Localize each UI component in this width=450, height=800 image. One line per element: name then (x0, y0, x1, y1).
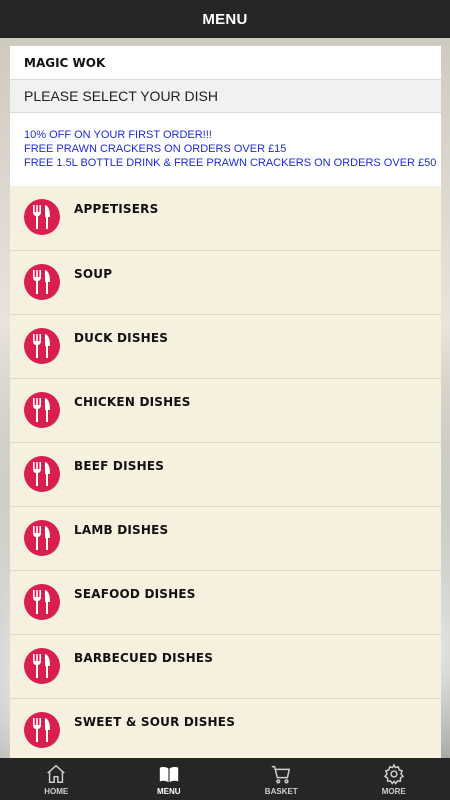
tab-label: MENU (156, 786, 181, 796)
menu-panel: MAGIC WOK PLEASE SELECT YOUR DISH 10% OF… (10, 46, 441, 758)
category-label: SOUP (74, 267, 113, 281)
category-label: SWEET & SOUR DISHES (74, 715, 236, 729)
category-label: BEEF DISHES (74, 459, 165, 473)
promo-box: 10% OFF ON YOUR FIRST ORDER!!! FREE PRAW… (10, 113, 441, 186)
fork-knife-icon (24, 584, 60, 620)
fork-knife-icon (24, 520, 60, 556)
category-item[interactable]: DUCK DISHES (10, 314, 441, 378)
fork-knife-icon (24, 392, 60, 428)
select-dish-row: PLEASE SELECT YOUR DISH (10, 80, 441, 113)
fork-knife-icon (24, 456, 60, 492)
category-label: APPETISERS (74, 202, 159, 216)
tab-basket[interactable]: BASKET (225, 758, 338, 800)
fork-knife-icon (24, 199, 60, 235)
tab-label: BASKET (264, 786, 298, 796)
promo-line: FREE 1.5L BOTTLE DRINK & FREE PRAWN CRAC… (24, 157, 437, 169)
tab-label: HOME (44, 786, 69, 796)
category-item[interactable]: SEAFOOD DISHES (10, 570, 441, 634)
promo-line: FREE PRAWN CRACKERS ON ORDERS OVER £15 (24, 143, 287, 155)
cart-icon (272, 765, 291, 783)
tab-label: MORE (381, 786, 406, 796)
bottom-tab-bar: HOME MENU BASKET MORE (0, 758, 450, 800)
category-label: BARBECUED DISHES (74, 651, 214, 665)
select-dish-label: PLEASE SELECT YOUR DISH (24, 88, 218, 104)
category-item[interactable]: SOUP (10, 250, 441, 314)
category-label: CHICKEN DISHES (74, 395, 191, 409)
home-icon (47, 764, 65, 783)
category-item[interactable]: APPETISERS (10, 186, 441, 250)
category-list: APPETISERS SOUP DUCK DISHES CHICKEN DISH… (10, 186, 441, 758)
tab-more[interactable]: MORE (338, 758, 450, 800)
gear-icon (383, 762, 404, 785)
restaurant-name-row: MAGIC WOK (10, 46, 441, 80)
tab-home[interactable]: HOME (0, 758, 113, 800)
category-item[interactable]: CHICKEN DISHES (10, 378, 441, 442)
category-item[interactable]: SWEET & SOUR DISHES (10, 698, 441, 758)
fork-knife-icon (24, 648, 60, 684)
fork-knife-icon (24, 712, 60, 748)
fork-knife-icon (24, 328, 60, 364)
category-label: LAMB DISHES (74, 523, 169, 537)
category-item[interactable]: LAMB DISHES (10, 506, 441, 570)
top-bar: MENU (0, 0, 450, 38)
promo-line: 10% OFF ON YOUR FIRST ORDER!!! (24, 129, 212, 141)
category-label: SEAFOOD DISHES (74, 587, 196, 601)
fork-knife-icon (24, 264, 60, 300)
category-item[interactable]: BEEF DISHES (10, 442, 441, 506)
book-icon (159, 766, 178, 782)
category-label: DUCK DISHES (74, 331, 169, 345)
category-item[interactable]: BARBECUED DISHES (10, 634, 441, 698)
page-title: MENU (202, 10, 248, 28)
restaurant-name: MAGIC WOK (24, 55, 106, 70)
tab-menu[interactable]: MENU (113, 758, 226, 800)
